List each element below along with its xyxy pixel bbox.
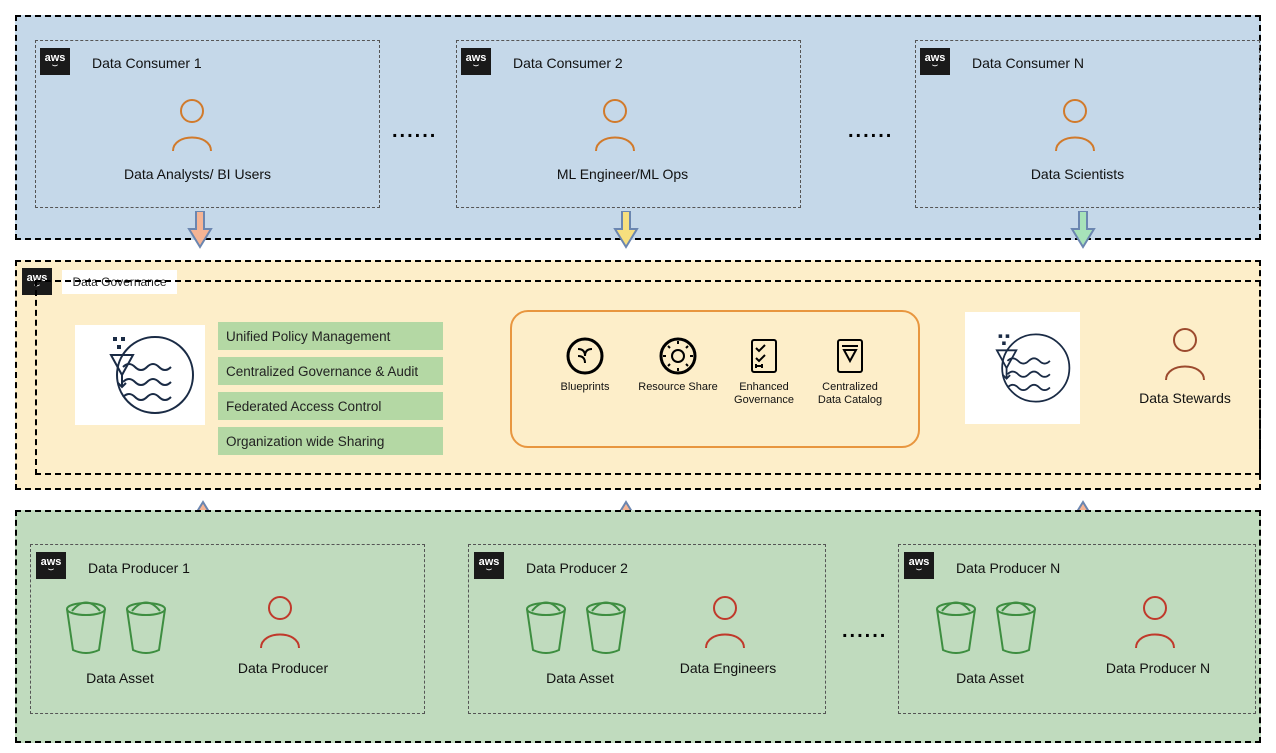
consumer-1-role: Data Analysts/ BI Users xyxy=(105,166,290,182)
arrow-down-icon xyxy=(1070,211,1096,249)
producer-2-title: Data Producer 2 xyxy=(526,560,628,576)
producer-1-asset: Data Asset xyxy=(70,670,170,686)
user-icon xyxy=(700,594,750,650)
user-icon xyxy=(590,97,640,153)
bucket-icon xyxy=(122,600,170,654)
user-icon xyxy=(1050,97,1100,153)
bucket-icon xyxy=(932,600,980,654)
bucket-icon xyxy=(62,600,110,654)
user-icon xyxy=(167,97,217,153)
aws-logo-icon xyxy=(40,48,70,75)
bucket-icon xyxy=(992,600,1040,654)
consumer-2-role: ML Engineer/ML Ops xyxy=(535,166,710,182)
aws-logo-icon xyxy=(36,552,66,579)
producer-n-asset: Data Asset xyxy=(940,670,1040,686)
ellipsis-icon: ...... xyxy=(392,120,437,143)
data-catalog-icon: Centralized Data Catalog xyxy=(811,335,889,406)
producer-n-title: Data Producer N xyxy=(956,560,1060,576)
consumer-n-title: Data Consumer N xyxy=(972,55,1084,71)
feature-pill: Unified Policy Management xyxy=(218,322,443,350)
arrow-down-icon xyxy=(187,211,213,249)
feature-pill: Centralized Governance & Audit xyxy=(218,357,443,385)
lake-formation-icon xyxy=(965,312,1080,424)
feature-pill: Organization wide Sharing xyxy=(218,427,443,455)
consumer-1-title: Data Consumer 1 xyxy=(92,55,202,71)
producer-n-role: Data Producer N xyxy=(1088,660,1228,676)
user-icon xyxy=(1160,326,1210,382)
feature-pill: Federated Access Control xyxy=(218,392,443,420)
user-icon xyxy=(255,594,305,650)
lake-formation-icon xyxy=(75,325,205,425)
ellipsis-icon: ...... xyxy=(842,620,887,643)
aws-logo-icon xyxy=(474,552,504,579)
ellipsis-icon: ...... xyxy=(848,120,893,143)
producer-1-role: Data Producer xyxy=(218,660,348,676)
producer-1-title: Data Producer 1 xyxy=(88,560,190,576)
enhanced-governance-icon: Enhanced Governance xyxy=(729,335,799,406)
bucket-icon xyxy=(582,600,630,654)
aws-logo-icon xyxy=(920,48,950,75)
consumer-2-title: Data Consumer 2 xyxy=(513,55,623,71)
diagram-stage: Data Consumer 1 Data Analysts/ BI Users … xyxy=(0,0,1276,753)
bucket-icon xyxy=(522,600,570,654)
aws-logo-icon xyxy=(461,48,491,75)
consumer-n-role: Data Scientists xyxy=(990,166,1165,182)
aws-logo-icon xyxy=(904,552,934,579)
user-icon xyxy=(1130,594,1180,650)
producer-2-asset: Data Asset xyxy=(530,670,630,686)
producer-2-role: Data Engineers xyxy=(663,660,793,676)
arrow-down-icon xyxy=(613,211,639,249)
blueprints-icon: Blueprints xyxy=(560,335,610,394)
resource-share-icon: Resource Share xyxy=(637,335,719,394)
steward-role: Data Stewards xyxy=(1125,390,1245,406)
